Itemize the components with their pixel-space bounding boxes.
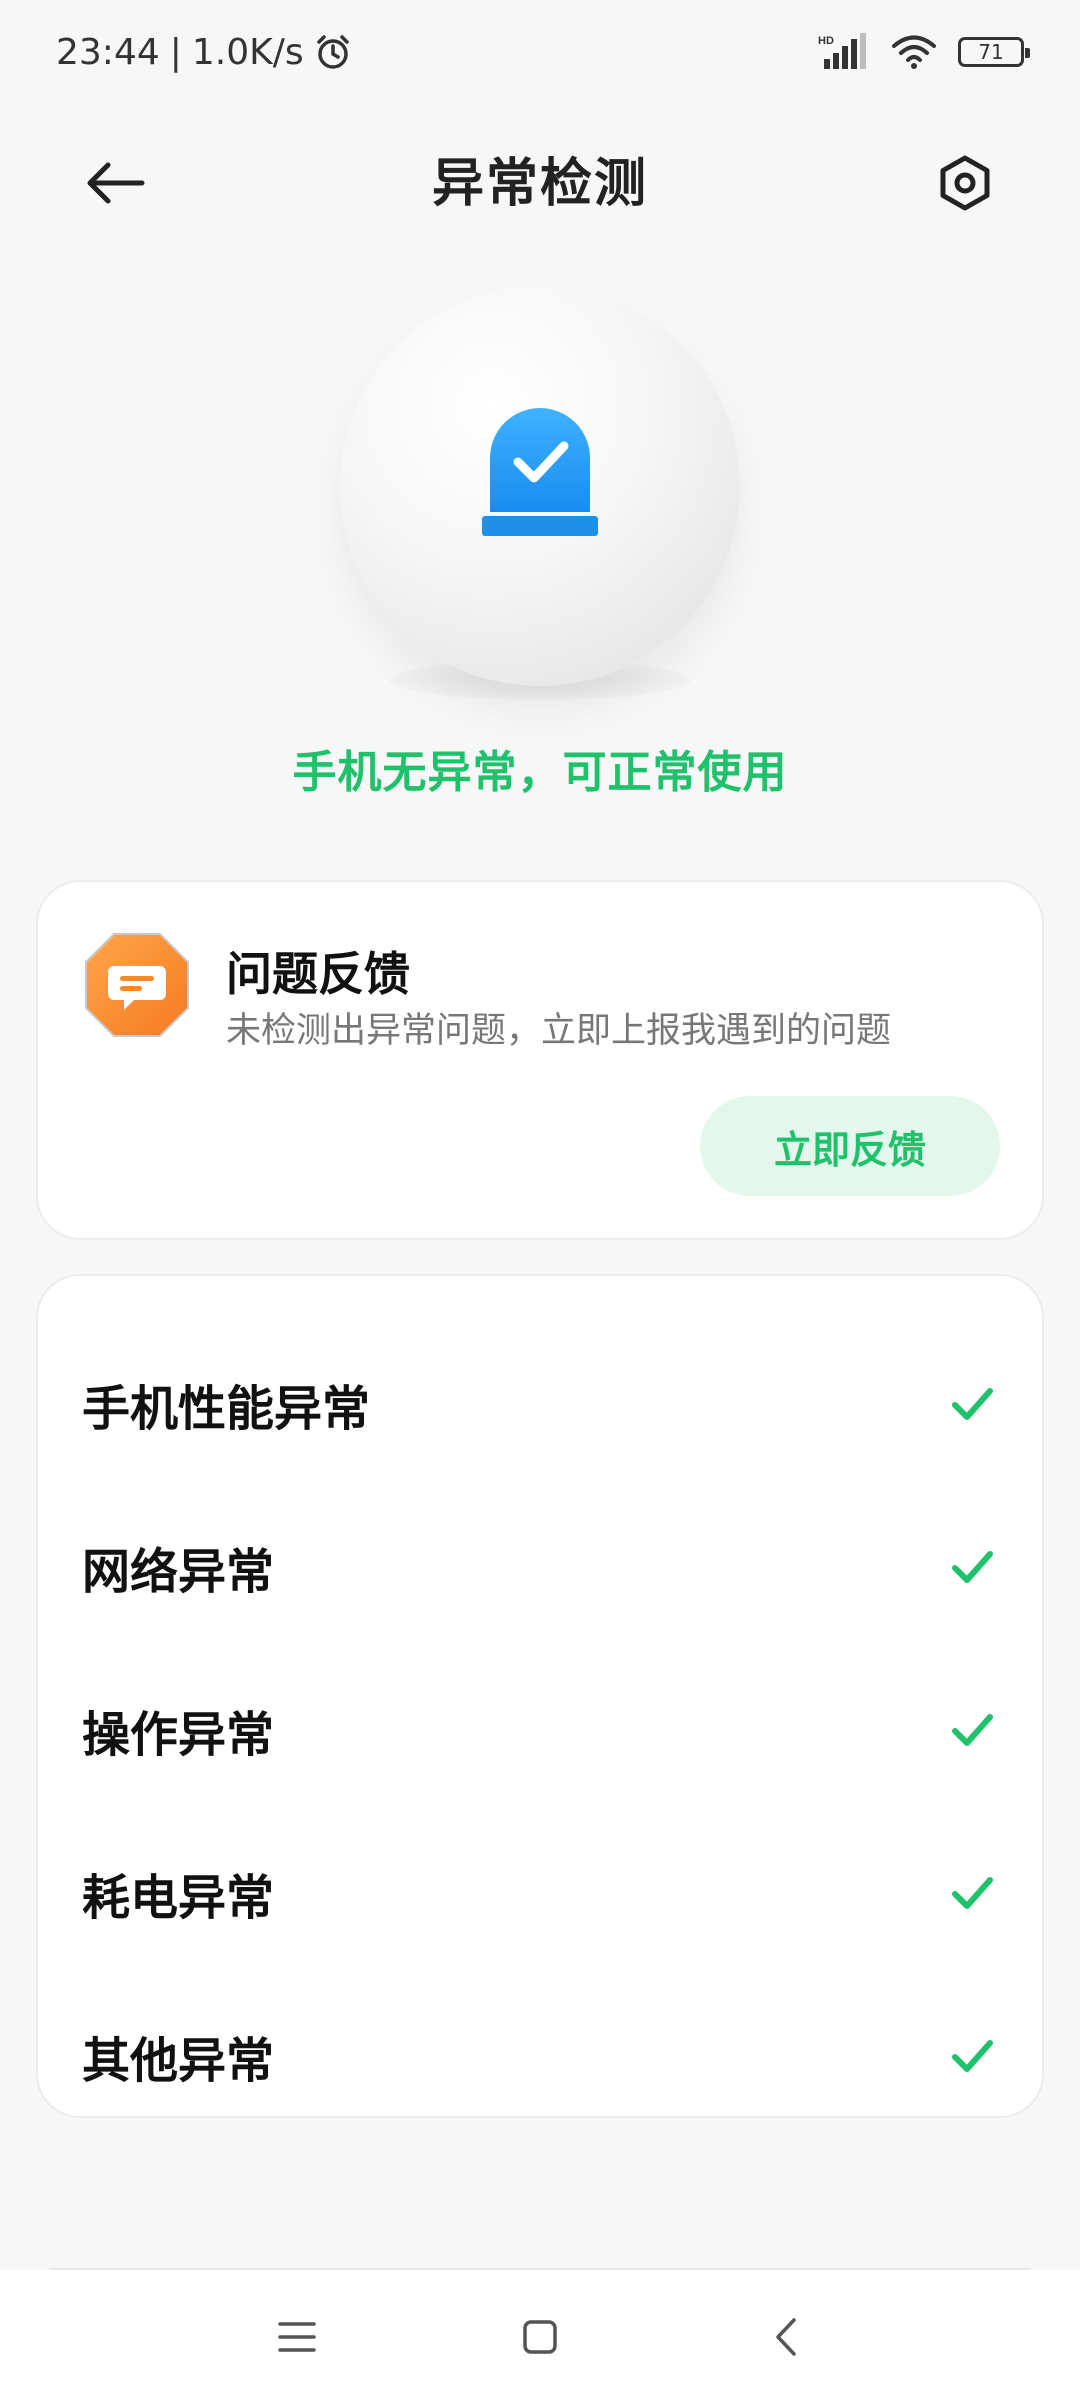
feedback-icon [85,933,189,1037]
status-message: 手机无异常，可正常使用 [292,747,788,798]
check-item-power[interactable]: 耗电异常 [38,1823,1042,1963]
feedback-title: 问题反馈 [226,947,410,1001]
battery-level: 71 [978,40,1004,64]
check-item-operation[interactable]: 操作异常 [38,1660,1042,1800]
gear-icon [940,155,990,211]
check-item-label: 手机性能异常 [82,1381,371,1437]
system-nav-bar [0,2270,1080,2400]
network-speed: 1.0K/s [191,31,304,73]
status-separator: | [169,31,182,73]
wifi-icon [892,35,936,69]
checkmark-icon [952,1877,993,1909]
checkmark-icon [952,1388,993,1420]
feedback-now-button[interactable]: 立即反馈 [700,1096,1000,1196]
back-arrow-icon [87,162,145,204]
status-bar: 23:44 | 1.0K/s HD 71 [0,0,1080,104]
home-icon[interactable] [517,2314,563,2360]
svg-text:HD: HD [818,35,834,47]
back-nav-icon[interactable] [764,2314,810,2360]
check-item-other[interactable]: 其他异常 [38,1986,1042,2126]
checkmark-icon [952,2040,993,2072]
feedback-card: 问题反馈 未检测出异常问题，立即上报我遇到的问题 立即反馈 [36,880,1044,1240]
check-item-label: 操作异常 [82,1707,275,1763]
alarm-icon [316,35,349,69]
anomaly-detection-screen: 23:44 | 1.0K/s HD 71 异常检测 手机无异常，可正常使用 问题… [0,0,1080,2400]
check-item-performance[interactable]: 手机性能异常 [38,1334,1042,1474]
anomaly-checks-list: 手机性能异常 网络异常 操作异常 耗电异常 其他异常 [36,1274,1044,2118]
back-button[interactable] [80,148,150,218]
checkmark-icon [952,1551,993,1583]
app-header: 异常检测 [0,120,1080,236]
shield-check-icon [482,408,598,536]
feedback-description: 未检测出异常问题，立即上报我遇到的问题 [226,1011,892,1051]
check-item-network[interactable]: 网络异常 [38,1497,1042,1637]
check-item-label: 网络异常 [82,1544,275,1600]
check-item-label: 其他异常 [82,2033,275,2089]
signal-icon: HD [818,33,866,69]
page-title: 异常检测 [431,153,648,214]
checkmark-icon [952,1714,993,1746]
check-item-label: 耗电异常 [82,1870,275,1926]
battery-icon: 71 [958,37,1030,67]
menu-icon[interactable] [274,2314,320,2360]
settings-button[interactable] [930,148,1000,218]
clock: 23:44 [56,31,160,73]
